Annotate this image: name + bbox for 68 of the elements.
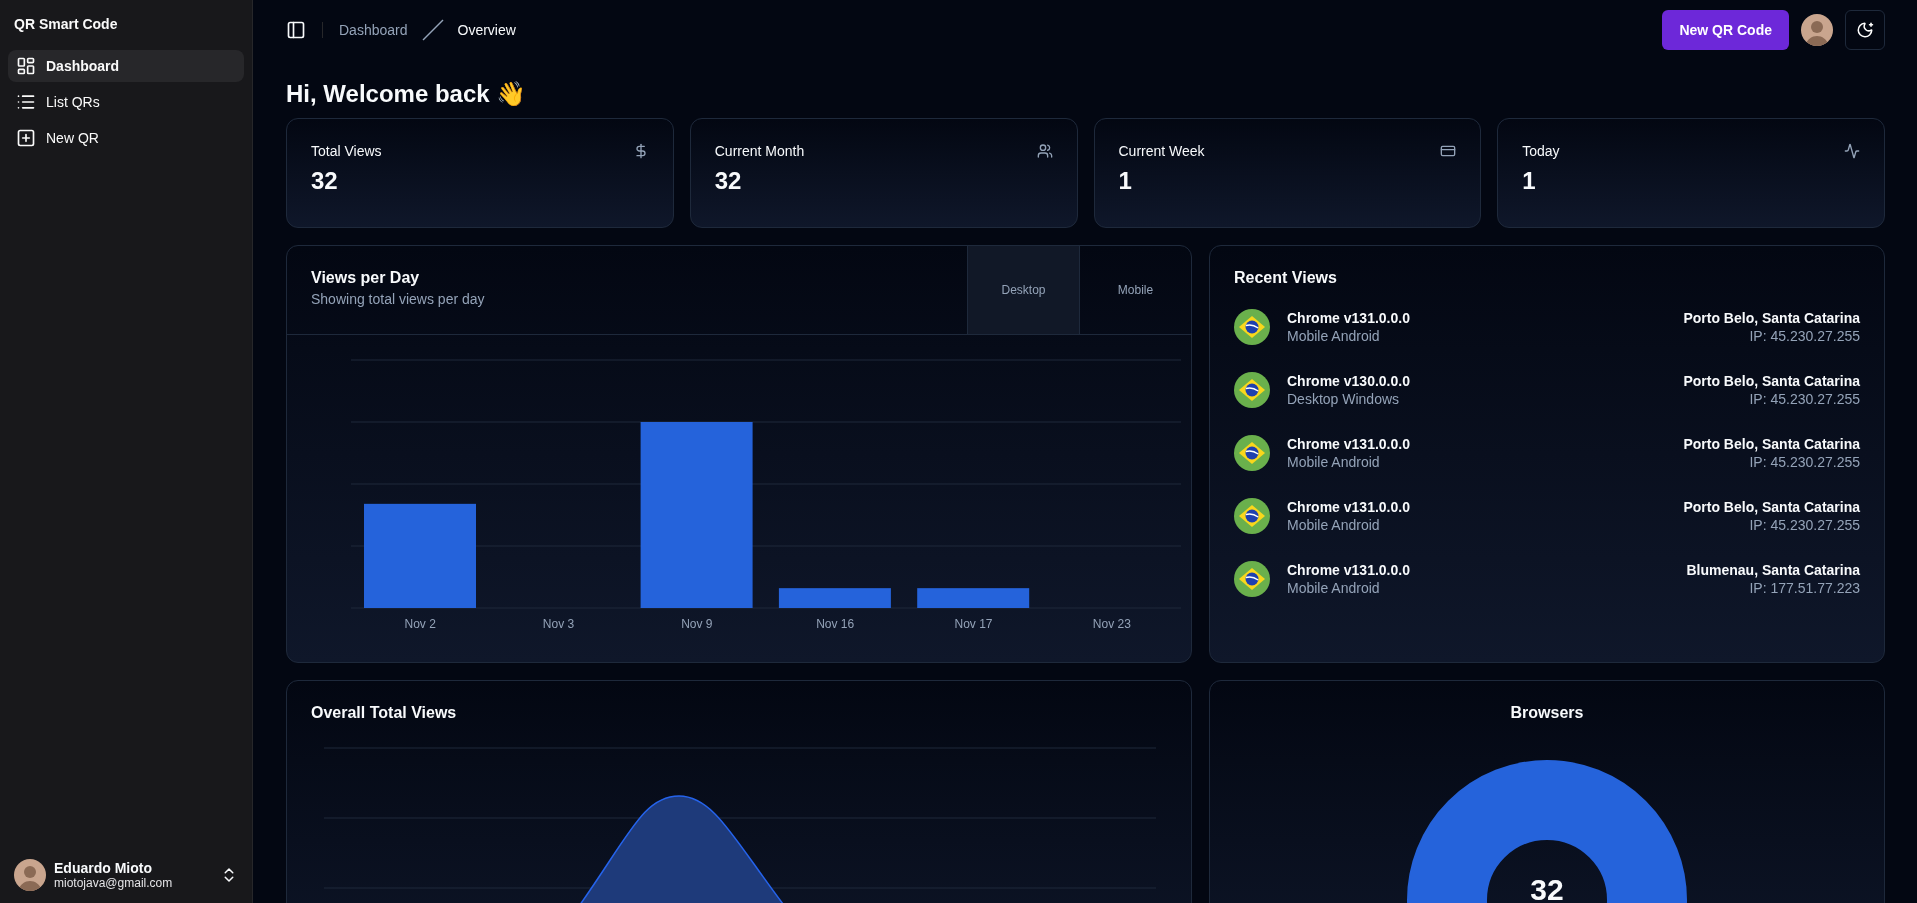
users-icon xyxy=(1036,143,1053,159)
card-title: Recent Views xyxy=(1234,269,1338,287)
location-label: Blumenau, Santa Catarina xyxy=(1686,562,1860,578)
location-label: Porto Belo, Santa Catarina xyxy=(1683,499,1860,515)
device-label: Desktop Windows xyxy=(1287,391,1401,407)
theme-toggle-button[interactable] xyxy=(1845,10,1885,50)
flag-icon xyxy=(1234,561,1270,597)
flag-icon xyxy=(1234,309,1270,345)
browser-name: Chrome v131.0.0.0 xyxy=(1287,310,1410,326)
axis-label: Nov 9 xyxy=(680,617,714,631)
card-title: Views per Day xyxy=(311,269,421,287)
device-label: Mobile Android xyxy=(1287,517,1381,533)
location-label: Porto Belo, Santa Catarina xyxy=(1683,436,1860,452)
user-avatar[interactable] xyxy=(1801,14,1833,46)
app-title: QR Smart Code xyxy=(13,15,119,34)
moon-star-icon xyxy=(1856,21,1874,39)
stat-label: Total Views xyxy=(311,143,382,159)
ip-address: IP: 177.51.77.223 xyxy=(1749,580,1860,596)
flag-icon xyxy=(1234,372,1270,408)
breadcrumb-link[interactable]: Overview xyxy=(457,22,516,38)
pulse-icon xyxy=(1844,143,1860,159)
stat-value: 1 xyxy=(1118,167,1133,195)
sidebar-item[interactable]: New QR xyxy=(8,122,244,154)
sidebar-item[interactable]: Dashboard xyxy=(8,50,244,82)
grid-icon xyxy=(16,56,36,76)
stat-label: Current Week xyxy=(1118,143,1205,159)
axis-label: Nov 16 xyxy=(815,617,856,631)
list-icon xyxy=(16,92,36,112)
breadcrumb-link[interactable]: Dashboard xyxy=(339,22,408,38)
browser-name: Chrome v131.0.0.0 xyxy=(1287,499,1410,515)
flag-icon xyxy=(1234,498,1270,534)
card-subtitle: Showing total views per day xyxy=(311,291,486,307)
axis-label: Nov 2 xyxy=(403,617,437,631)
stat-value: 1 xyxy=(1522,167,1537,195)
location-label: Porto Belo, Santa Catarina xyxy=(1683,310,1860,326)
new-qr-code-button[interactable]: New QR Code xyxy=(1662,10,1789,50)
user-name: Eduardo Mioto xyxy=(54,860,153,876)
ip-address: IP: 45.230.27.255 xyxy=(1749,328,1860,344)
donut-total: 32 xyxy=(1529,873,1565,903)
device-label: Mobile Android xyxy=(1287,328,1381,344)
card-title: Browsers xyxy=(1509,704,1585,722)
ip-address: IP: 45.230.27.255 xyxy=(1749,517,1860,533)
plus-square-icon xyxy=(16,128,36,148)
location-label: Porto Belo, Santa Catarina xyxy=(1683,373,1860,389)
stat-value: 32 xyxy=(714,167,743,195)
sidebar-toggle-icon[interactable] xyxy=(286,20,306,40)
welcome-heading: Hi, Welcome back 👋 xyxy=(286,80,528,108)
axis-label: Nov 3 xyxy=(541,617,576,631)
stat-label: Current Month xyxy=(714,143,805,159)
stat-value: 32 xyxy=(311,167,339,195)
axis-label: Nov 23 xyxy=(1091,617,1132,631)
device-label: Mobile Android xyxy=(1287,580,1381,596)
stat-label: Today xyxy=(1522,143,1560,159)
browser-name: Chrome v130.0.0.0 xyxy=(1287,373,1410,389)
card-title: Overall Total Views xyxy=(311,704,458,722)
credit-card-icon xyxy=(1440,143,1457,159)
browser-name: Chrome v131.0.0.0 xyxy=(1287,562,1410,578)
chart-tab[interactable]: Desktop xyxy=(967,246,1079,334)
axis-label: Nov 17 xyxy=(953,617,994,631)
sidebar-item[interactable]: List QRs xyxy=(8,86,244,118)
flag-icon xyxy=(1234,435,1270,471)
ip-address: IP: 45.230.27.255 xyxy=(1749,454,1860,470)
device-label: Mobile Android xyxy=(1287,454,1381,470)
user-avatar xyxy=(14,859,46,891)
user-email: miotojava@gmail.com xyxy=(54,876,174,890)
browser-name: Chrome v131.0.0.0 xyxy=(1287,436,1410,452)
ip-address: IP: 45.230.27.255 xyxy=(1749,391,1860,407)
chart-tab[interactable]: Mobile xyxy=(1079,246,1191,334)
